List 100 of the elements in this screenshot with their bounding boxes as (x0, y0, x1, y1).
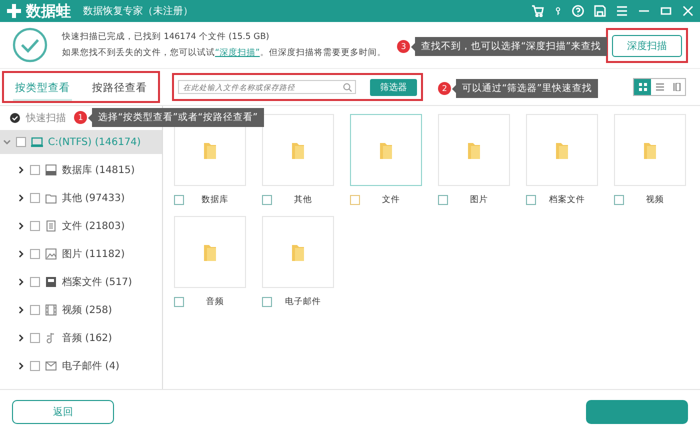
close-icon[interactable] (682, 5, 694, 17)
chevron-icon[interactable] (17, 222, 25, 230)
deep-scan-link[interactable]: “深度扫描” (215, 48, 260, 58)
folder-tile[interactable] (526, 114, 598, 186)
recover-button[interactable] (586, 400, 688, 424)
tree-label: 视频 (258) (62, 304, 112, 317)
folder-icon (204, 243, 216, 261)
chevron-icon[interactable] (17, 334, 25, 342)
folder-tile[interactable] (262, 114, 334, 186)
checkbox[interactable] (526, 195, 536, 205)
columns-icon (672, 83, 680, 91)
folder-icon (556, 141, 568, 159)
checkbox[interactable] (174, 195, 184, 205)
chevron-icon[interactable] (17, 306, 25, 314)
tree-label: 数据库 (14815) (62, 164, 135, 177)
mail-icon (45, 360, 57, 372)
grid-view-button[interactable] (634, 79, 651, 95)
maximize-icon[interactable] (660, 5, 672, 17)
tile-label: 数据库 (200, 194, 230, 206)
deep-scan-hint: 如果您找不到丢失的文件，您可以试试“深度扫描”。但深度扫描将需要更多时间。 (62, 47, 386, 59)
step-badge: 1 (74, 111, 87, 124)
folder-icon (380, 141, 392, 159)
tree-item[interactable]: 电子邮件 (4) (0, 352, 162, 380)
checkbox[interactable] (262, 297, 272, 307)
folder-icon (644, 141, 656, 159)
tree-item[interactable]: 视频 (258) (0, 296, 162, 324)
folder-tile[interactable] (438, 114, 510, 186)
folder-icon (204, 141, 216, 159)
audio-icon (45, 332, 57, 344)
tile-label: 视频 (645, 194, 665, 206)
help-icon[interactable] (572, 5, 584, 17)
checkbox[interactable] (30, 165, 40, 175)
checkbox[interactable] (30, 361, 40, 371)
chevron-icon[interactable] (17, 194, 25, 202)
tree-item[interactable]: 图片 (11182) (0, 240, 162, 268)
list-icon (656, 83, 664, 91)
quick-scan-label: 快速扫描 (26, 112, 66, 125)
save-icon[interactable] (594, 5, 606, 17)
checkbox[interactable] (438, 195, 448, 205)
chevron-icon[interactable] (17, 278, 25, 286)
video-icon (45, 304, 57, 316)
folder-icon (468, 141, 480, 159)
checkbox[interactable] (262, 195, 272, 205)
database-icon (45, 164, 57, 176)
view-tab[interactable]: 按路径查看 (90, 77, 149, 101)
chevron-icon[interactable] (17, 362, 25, 370)
tree-item[interactable]: 数据库 (14815) (0, 156, 162, 184)
app-name: 数据蛙 (26, 2, 71, 20)
drive-icon (31, 136, 43, 148)
checkbox[interactable] (30, 333, 40, 343)
tile-label: 电子邮件 (284, 296, 322, 308)
folder-tile[interactable] (262, 216, 334, 288)
tile-label: 文件 (381, 194, 401, 206)
archive-icon (45, 276, 57, 288)
image-icon (45, 248, 57, 260)
tile-label: 其他 (293, 194, 313, 206)
folder-tile[interactable] (174, 216, 246, 288)
app-subtitle: 数据恢复专家（未注册） (83, 4, 193, 18)
search-icon (343, 83, 352, 92)
checkbox[interactable] (16, 137, 26, 147)
checkbox[interactable] (30, 221, 40, 231)
step-badge: 2 (438, 82, 451, 95)
tile-label: 音频 (205, 296, 225, 308)
chevron-icon[interactable] (17, 250, 25, 258)
chevron-icon[interactable] (17, 166, 25, 174)
checkbox[interactable] (30, 305, 40, 315)
tree-label: 音频 (162) (62, 332, 112, 345)
menu-icon[interactable] (616, 5, 628, 17)
tree-item[interactable]: 其他 (97433) (0, 184, 162, 212)
tree-label: 其他 (97433) (62, 192, 125, 205)
folder-icon (292, 243, 304, 261)
tree-label: 档案文件 (517) (62, 276, 132, 289)
grid-icon (638, 83, 646, 91)
checkbox[interactable] (30, 193, 40, 203)
tree-label: 图片 (11182) (62, 248, 125, 261)
folder-tile[interactable] (350, 114, 422, 186)
tree-item[interactable]: 音频 (162) (0, 324, 162, 352)
tree-item[interactable]: 档案文件 (517) (0, 268, 162, 296)
tree-item[interactable]: 文件 (21803) (0, 212, 162, 240)
tile-label: 图片 (469, 194, 489, 206)
check-badge-icon (10, 113, 20, 123)
scan-status: 快速扫描已完成，已找到 146174 个文件 (15.5 GB) (62, 31, 270, 43)
checkbox[interactable] (30, 249, 40, 259)
folder-icon (45, 192, 57, 204)
checkbox[interactable] (30, 277, 40, 287)
tile-label: 档案文件 (548, 194, 586, 206)
deep-scan-button[interactable]: 深度扫描 (612, 34, 682, 56)
step-badge: 3 (397, 40, 410, 53)
checkbox[interactable] (350, 195, 360, 205)
checkbox[interactable] (614, 195, 624, 205)
folder-tile[interactable] (614, 114, 686, 186)
check-circle-icon (12, 27, 48, 63)
tree-label: 文件 (21803) (62, 220, 125, 233)
cart-icon[interactable] (532, 5, 544, 17)
tree-label: C:(NTFS) (146174) (48, 136, 141, 148)
key-icon[interactable] (554, 5, 562, 17)
tree-label: 电子邮件 (4) (62, 360, 120, 373)
cross-logo-icon (6, 3, 22, 19)
document-icon (45, 220, 57, 232)
checkbox[interactable] (174, 297, 184, 307)
